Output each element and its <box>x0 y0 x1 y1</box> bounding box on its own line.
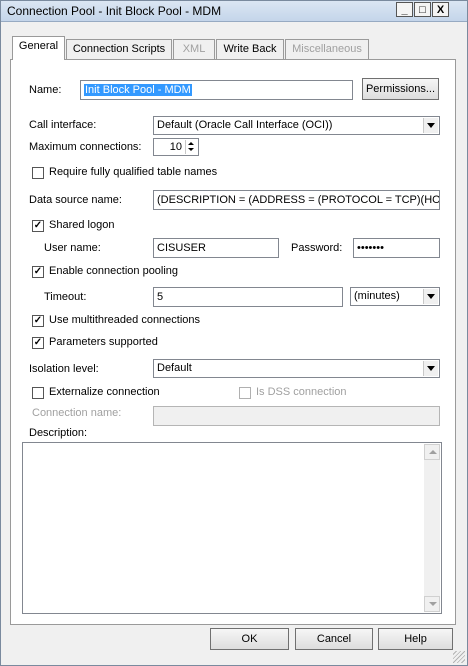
description-scrollbar[interactable] <box>424 444 440 612</box>
window-title: Connection Pool - Init Block Pool - MDM <box>7 4 222 18</box>
user-name-value: CISUSER <box>157 242 206 254</box>
externalize-label: Externalize connection <box>49 386 160 398</box>
max-connections-value: 10 <box>169 141 182 153</box>
tab-write-back-label: Write Back <box>223 43 277 55</box>
description-textarea[interactable] <box>22 442 442 614</box>
password-value: ••••••• <box>357 242 384 254</box>
minimize-button[interactable]: _ <box>396 2 413 17</box>
maximize-icon: □ <box>419 4 426 16</box>
tab-general-label: General <box>18 40 59 52</box>
enable-pooling-label: Enable connection pooling <box>49 265 179 277</box>
dss-label: Is DSS connection <box>256 386 347 398</box>
dss-checkbox <box>239 387 251 399</box>
tab-write-back[interactable]: Write Back <box>216 39 284 59</box>
timeout-unit-value: (minutes) <box>354 290 400 302</box>
cancel-button[interactable]: Cancel <box>295 628 373 650</box>
isolation-label: Isolation level: <box>29 363 99 375</box>
permissions-button[interactable]: Permissions... <box>362 78 439 100</box>
max-connections-label: Maximum connections: <box>29 141 142 153</box>
max-connections-spinner[interactable]: 10 <box>153 138 199 156</box>
name-input[interactable]: Init Block Pool - MDM <box>80 80 353 100</box>
externalize-checkbox[interactable] <box>32 387 44 399</box>
minimize-icon: _ <box>401 4 408 16</box>
tab-connection-scripts-label: Connection Scripts <box>72 43 166 55</box>
require-qualified-label: Require fully qualified table names <box>49 166 218 178</box>
close-icon: X <box>436 4 445 16</box>
data-source-label: Data source name: <box>29 194 122 206</box>
name-label: Name: <box>29 84 62 96</box>
connection-name-label: Connection name: <box>32 407 122 419</box>
chevron-down-icon[interactable] <box>423 289 438 304</box>
timeout-input[interactable]: 5 <box>153 287 343 307</box>
user-name-label: User name: <box>44 242 101 254</box>
data-source-value: (DESCRIPTION = (ADDRESS = (PROTOCOL = TC… <box>157 194 440 206</box>
resize-grip-icon[interactable] <box>453 651 465 663</box>
chevron-down-icon[interactable] <box>423 361 438 376</box>
spin-down-icon[interactable] <box>186 147 197 154</box>
password-label: Password: <box>291 242 343 254</box>
data-source-input[interactable]: (DESCRIPTION = (ADDRESS = (PROTOCOL = TC… <box>153 190 440 210</box>
call-interface-select[interactable]: Default (Oracle Call Interface (OCI)) <box>153 116 440 135</box>
require-qualified-checkbox[interactable] <box>32 167 44 179</box>
ok-button[interactable]: OK <box>210 628 289 650</box>
isolation-value: Default <box>157 362 192 374</box>
timeout-label: Timeout: <box>44 291 87 303</box>
chevron-down-icon[interactable] <box>423 118 438 133</box>
timeout-unit-select[interactable]: (minutes) <box>350 287 440 306</box>
close-button[interactable]: X <box>432 2 449 17</box>
password-input[interactable]: ••••••• <box>353 238 440 258</box>
title-bar[interactable]: Connection Pool - Init Block Pool - MDM … <box>1 1 467 22</box>
multithreaded-label: Use multithreaded connections <box>49 314 201 326</box>
connection-name-input <box>153 406 440 426</box>
call-interface-value: Default (Oracle Call Interface (OCI)) <box>157 119 333 131</box>
connection-pool-dialog: Connection Pool - Init Block Pool - MDM … <box>0 0 468 666</box>
tab-miscellaneous-label: Miscellaneous <box>292 43 362 55</box>
description-label: Description: <box>29 427 88 439</box>
tab-xml: XML <box>173 39 215 59</box>
shared-logon-checkbox[interactable]: ✓ <box>32 220 44 232</box>
timeout-value: 5 <box>157 291 164 303</box>
tab-general[interactable]: General <box>12 36 65 60</box>
call-interface-label: Call interface: <box>29 119 97 131</box>
tab-connection-scripts[interactable]: Connection Scripts <box>66 39 172 59</box>
tab-xml-label: XML <box>182 43 206 55</box>
enable-pooling-checkbox[interactable]: ✓ <box>32 266 44 278</box>
parameters-label: Parameters supported <box>49 336 158 348</box>
maximize-button[interactable]: □ <box>414 2 431 17</box>
name-value: Init Block Pool - MDM <box>84 84 192 96</box>
shared-logon-label: Shared logon <box>49 219 115 231</box>
user-name-input[interactable]: CISUSER <box>153 238 279 258</box>
scroll-down-icon[interactable] <box>424 596 440 612</box>
parameters-checkbox[interactable]: ✓ <box>32 337 44 349</box>
multithreaded-checkbox[interactable]: ✓ <box>32 315 44 327</box>
spin-up-icon[interactable] <box>186 140 197 147</box>
scroll-up-icon[interactable] <box>424 444 440 460</box>
isolation-select[interactable]: Default <box>153 359 440 378</box>
tab-miscellaneous: Miscellaneous <box>285 39 369 59</box>
help-button[interactable]: Help <box>378 628 453 650</box>
spinner-buttons <box>185 140 197 154</box>
